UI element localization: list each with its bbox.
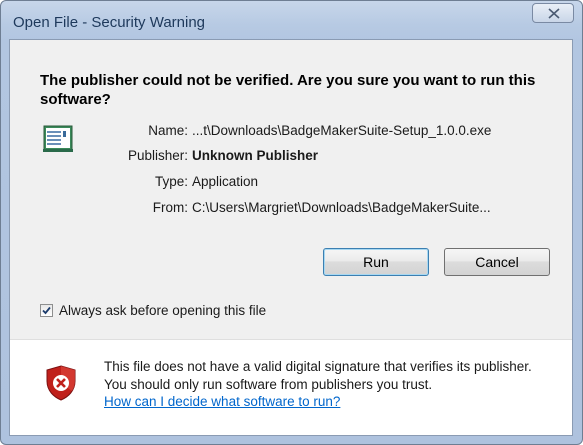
divider: [10, 339, 572, 340]
from-label: From:: [152, 200, 188, 215]
checkmark-icon: [42, 306, 51, 315]
window-title: Open File - Security Warning: [13, 14, 206, 31]
from-value: C:\Users\Margriet\Downloads\BadgeMakerSu…: [192, 200, 491, 215]
dialog-body: The publisher could not be verified. Are…: [9, 39, 573, 436]
name-row: Name: ...t\Downloads\BadgeMakerSuite-Set…: [10, 123, 574, 143]
always-ask-checkbox[interactable]: [40, 304, 53, 317]
shield-error-icon: [46, 365, 76, 401]
warning-headline: The publisher could not be verified. Are…: [40, 72, 536, 108]
type-label: Type:: [154, 174, 188, 189]
publisher-label: Publisher:: [127, 148, 188, 163]
publisher-value: Unknown Publisher: [192, 148, 319, 163]
close-button[interactable]: [532, 3, 574, 23]
details-panel: The publisher could not be verified. Are…: [10, 40, 572, 339]
security-warning-dialog: Open File - Security Warning The publish…: [0, 0, 583, 445]
help-link[interactable]: How can I decide what software to run?: [104, 394, 340, 409]
cancel-button[interactable]: Cancel: [444, 248, 550, 276]
publisher-row: Publisher: Unknown Publisher: [10, 148, 574, 168]
from-row: From: C:\Users\Margriet\Downloads\BadgeM…: [10, 200, 574, 220]
type-value: Application: [192, 174, 259, 189]
type-row: Type: Application: [10, 174, 574, 194]
close-icon: [548, 8, 560, 19]
always-ask-label[interactable]: Always ask before opening this file: [59, 303, 266, 318]
title-bar[interactable]: Open File - Security Warning: [1, 1, 582, 39]
name-label: Name:: [148, 123, 188, 138]
run-button[interactable]: Run: [323, 248, 429, 276]
name-value: ...t\Downloads\BadgeMakerSuite-Setup_1.0…: [192, 123, 492, 138]
warning-message: This file does not have a valid digital …: [104, 359, 532, 392]
